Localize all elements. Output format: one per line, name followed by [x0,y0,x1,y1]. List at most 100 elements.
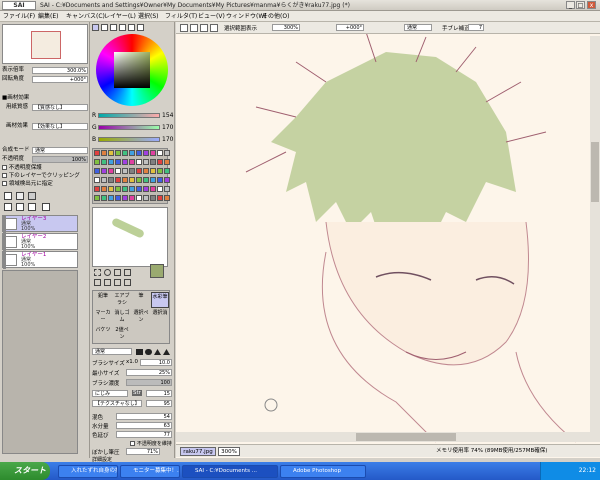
tool-pencil[interactable]: 鉛筆 [94,292,112,308]
merge-down-icon[interactable] [16,203,24,211]
blend-mode-select[interactable]: 通常 [32,147,88,154]
zoom-slider[interactable]: 300.0% [32,67,88,74]
palette-swatch[interactable] [108,177,114,183]
palette-swatch[interactable] [164,177,170,183]
palette-swatch[interactable] [115,168,121,174]
layer-item[interactable]: レイヤー2 通常 100% [2,233,78,251]
palette-swatch[interactable] [129,195,135,201]
layer-item[interactable]: レイヤー3 通常 100% [2,215,78,233]
edge-slider[interactable]: 15 [146,390,172,397]
new-set-icon[interactable] [16,192,24,200]
menu-view[interactable]: ビュー(V) [198,11,225,22]
zoom-tool-icon[interactable] [94,279,101,286]
min-size-slider[interactable]: 25% [126,369,172,376]
paper-effect-select[interactable]: 【効果なし】 [32,123,88,130]
navigator-preview[interactable] [2,24,88,64]
texture-select[interactable]: 【テクスチャなし】 [92,400,142,407]
palette-swatch[interactable] [157,195,163,201]
palette-swatch[interactable] [136,186,142,192]
rotate-tool-icon[interactable] [104,279,111,286]
palette-swatch[interactable] [122,177,128,183]
rgb-mode-icon[interactable] [101,24,108,31]
brush-size-slider[interactable]: 10.0 [140,359,172,366]
palette-swatch[interactable] [94,150,100,156]
palette-swatch[interactable] [101,195,107,201]
palette-swatch[interactable] [157,177,163,183]
eyedropper-icon[interactable] [124,279,131,286]
brush-shape-square-icon[interactable] [136,349,143,355]
menu-edit[interactable]: 編集(E) [38,11,58,22]
palette-swatch[interactable] [143,159,149,165]
palette-swatch[interactable] [150,168,156,174]
task-button[interactable]: SAI - C:¥Documents ... [182,465,278,478]
palette-swatch[interactable] [129,186,135,192]
tool-airbrush[interactable]: エアブラシ [113,292,131,308]
keep-opacity-checkbox[interactable]: 不透明度を維持 [130,440,174,448]
swatch-palette[interactable] [92,148,170,204]
palette-swatch[interactable] [143,195,149,201]
tool-eraser[interactable]: 消しゴム [113,309,131,325]
tool-marker[interactable]: マーカー [94,309,112,325]
swatch-mode-icon[interactable] [137,24,144,31]
palette-swatch[interactable] [143,150,149,156]
tool-binary-pen[interactable]: 2値ペン [113,326,131,342]
color-wheel-mode-icon[interactable] [92,24,99,31]
artwork-canvas[interactable] [176,22,600,458]
r-value[interactable]: 154 [162,112,173,119]
b-value[interactable]: 170 [162,136,173,143]
canvas-area[interactable] [176,22,600,458]
brush-size-mult[interactable]: x1.0 [126,359,138,365]
menu-select[interactable]: 選択(S) [138,11,159,22]
new-layer-icon[interactable] [4,192,12,200]
magic-wand-icon[interactable] [114,269,121,276]
r-slider[interactable] [98,113,160,118]
task-button[interactable]: 入れたずれ自身の描 [58,465,118,478]
palette-swatch[interactable] [164,159,170,165]
persistence-slider[interactable]: 77 [116,431,172,438]
close-button[interactable]: x [587,1,596,9]
brush-shape-round-icon[interactable] [145,349,152,355]
texture-slider[interactable]: 95 [146,400,172,407]
palette-swatch[interactable] [108,168,114,174]
tool-select-eraser[interactable]: 選択消 [151,309,169,325]
edge-select[interactable]: にじみ [92,390,128,397]
mixer-mode-icon[interactable] [128,24,135,31]
menu-canvas[interactable]: キャンバス(C) [66,11,105,22]
file-tab[interactable]: raku77.jpg [180,447,216,456]
rect-select-icon[interactable] [94,269,101,276]
sample-source-checkbox[interactable]: 領域検出元に指定 [2,180,88,189]
palette-swatch[interactable] [150,186,156,192]
palette-swatch[interactable] [122,159,128,165]
palette-swatch[interactable] [129,177,135,183]
blur-pressure-slider[interactable]: 71% [126,448,160,455]
palette-swatch[interactable] [136,195,142,201]
palette-swatch[interactable] [101,177,107,183]
palette-swatch[interactable] [101,168,107,174]
tool-brush[interactable]: 筆 [132,292,150,308]
clear-layer-icon[interactable] [28,203,36,211]
select-all-icon[interactable] [180,24,188,32]
palette-swatch[interactable] [101,159,107,165]
maximize-button[interactable]: □ [576,1,585,9]
palette-swatch[interactable] [94,186,100,192]
layer-item[interactable]: レイヤー1 通常 100% [2,251,78,269]
tool-watercolor[interactable]: 水彩筆 [151,292,169,308]
brush-density-slider[interactable]: 100 [126,379,172,386]
palette-swatch[interactable] [143,168,149,174]
invert-select-icon[interactable] [200,24,208,32]
palette-swatch[interactable] [150,195,156,201]
palette-swatch[interactable] [101,150,107,156]
g-slider[interactable] [98,125,160,130]
foreground-color[interactable] [150,264,164,278]
brush-shape-flat-icon[interactable] [154,349,161,355]
palette-swatch[interactable] [122,150,128,156]
move-icon[interactable] [124,269,131,276]
crop-icon[interactable] [210,24,218,32]
palette-swatch[interactable] [94,168,100,174]
g-value[interactable]: 170 [162,124,173,131]
canvas-zoom-select[interactable]: 300% [272,24,300,31]
scratchpad[interactable] [92,207,168,267]
palette-swatch[interactable] [115,186,121,192]
menu-file[interactable]: ファイル(F) [3,11,35,22]
palette-swatch[interactable] [122,168,128,174]
